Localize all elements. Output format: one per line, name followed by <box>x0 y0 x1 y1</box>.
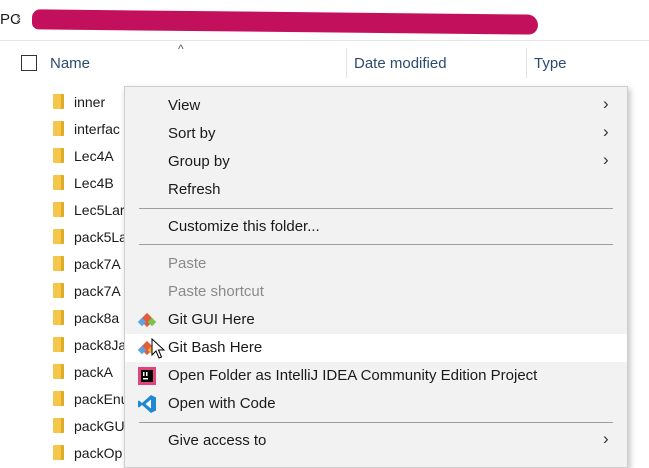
mouse-cursor-icon <box>151 338 166 359</box>
menu-item-open-intellij[interactable]: Open Folder as IntelliJ IDEA Community E… <box>125 362 627 390</box>
menu-item-label: Give access to <box>168 432 267 449</box>
file-name: inner <box>74 94 106 110</box>
breadcrumb-separator-icon[interactable]: › <box>16 10 21 27</box>
column-type[interactable]: Type <box>534 55 567 72</box>
menu-item-label: Customize this folder... <box>168 218 320 235</box>
file-name: Lec5Lar <box>74 202 125 218</box>
folder-icon <box>53 391 64 406</box>
folder-icon <box>53 418 64 433</box>
menu-separator <box>139 244 613 245</box>
folder-icon <box>53 283 64 298</box>
menu-item-open-with-code[interactable]: Open with Code <box>125 390 627 418</box>
file-name: pack8a <box>74 310 120 326</box>
folder-icon <box>53 175 64 190</box>
folder-icon <box>53 202 64 217</box>
menu-item-sort-by[interactable]: Sort by › <box>125 120 627 148</box>
menu-item-label: Sort by <box>168 125 216 142</box>
menu-item-label: View <box>168 97 201 114</box>
file-name: pack5La <box>74 229 127 245</box>
file-name: packGU <box>74 418 125 434</box>
chevron-right-icon: › <box>603 122 609 141</box>
folder-icon <box>53 94 64 109</box>
folder-icon <box>53 337 64 352</box>
folder-icon <box>53 121 64 136</box>
menu-item-group-by[interactable]: Group by › <box>125 148 627 176</box>
column-date-modified[interactable]: Date modified <box>354 55 447 72</box>
file-name: Lec4B <box>74 175 114 191</box>
redacted-path <box>31 9 539 35</box>
intellij-icon <box>138 367 156 385</box>
folder-icon <box>53 256 64 271</box>
folder-icon <box>53 445 64 460</box>
folder-icon <box>53 229 64 244</box>
menu-item-refresh[interactable]: Refresh <box>125 176 627 204</box>
menu-item-view[interactable]: View › <box>125 92 627 120</box>
menu-item-paste-shortcut[interactable]: Paste shortcut <box>125 278 627 306</box>
git-gui-icon <box>137 312 157 328</box>
folder-icon <box>53 364 64 379</box>
select-all-checkbox[interactable] <box>21 55 37 71</box>
chevron-right-icon: › <box>603 429 609 448</box>
column-header: ^ Name Date modified Type <box>0 42 649 84</box>
vscode-icon <box>138 395 156 413</box>
column-divider[interactable] <box>346 48 347 78</box>
menu-item-label: Open with Code <box>168 395 276 412</box>
file-name: Lec4A <box>74 148 114 164</box>
file-name: packOp <box>74 445 123 461</box>
column-name[interactable]: Name <box>50 55 90 72</box>
address-bar[interactable]: PC › <box>0 0 649 41</box>
menu-separator <box>139 208 613 209</box>
chevron-right-icon: › <box>603 150 609 169</box>
file-name: pack7A <box>74 283 121 299</box>
menu-item-label: Refresh <box>168 181 221 198</box>
menu-item-label: Group by <box>168 153 230 170</box>
menu-item-customize-folder[interactable]: Customize this folder... <box>125 213 627 241</box>
menu-item-label: Open Folder as IntelliJ IDEA Community E… <box>168 367 538 384</box>
menu-item-git-bash[interactable]: Git Bash Here <box>125 334 627 362</box>
menu-item-label: Paste <box>168 255 207 272</box>
sort-ascending-icon: ^ <box>178 42 184 56</box>
menu-item-paste[interactable]: Paste <box>125 250 627 278</box>
menu-separator <box>139 422 613 423</box>
file-name: packEnu <box>74 391 129 407</box>
file-name: pack7A <box>74 256 121 272</box>
menu-item-give-access[interactable]: Give access to › <box>125 427 627 455</box>
folder-icon <box>53 148 64 163</box>
context-menu: View › Sort by › Group by › Refresh Cust… <box>124 86 628 468</box>
file-name: packA <box>74 364 113 380</box>
folder-icon <box>53 310 64 325</box>
file-name: pack8Ja <box>74 337 127 353</box>
menu-item-label: Git Bash Here <box>168 339 263 356</box>
menu-item-git-gui[interactable]: Git GUI Here <box>125 306 627 334</box>
file-name: interfac <box>74 121 120 137</box>
chevron-right-icon: › <box>603 94 609 113</box>
menu-item-label: Git GUI Here <box>168 311 255 328</box>
menu-item-label: Paste shortcut <box>168 283 264 300</box>
column-divider[interactable] <box>526 48 527 78</box>
